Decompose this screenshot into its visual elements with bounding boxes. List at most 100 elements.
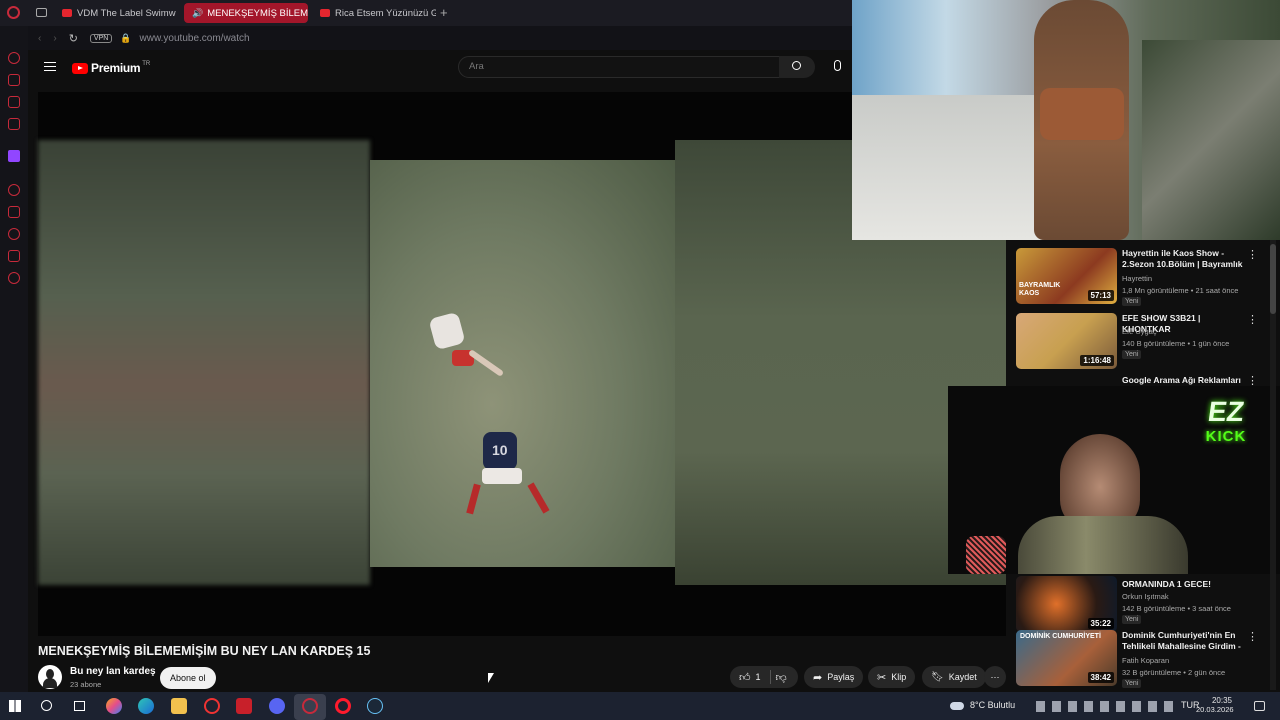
- thumbs-down-icon: 👎︎: [775, 671, 787, 684]
- vpn-badge[interactable]: VPN: [89, 33, 113, 43]
- video-frame[interactable]: 10: [370, 160, 675, 567]
- recommendation-meta: 142 B görüntüleme • 3 saat önce: [1122, 604, 1231, 613]
- hamburger-menu-icon[interactable]: [44, 62, 56, 71]
- more-options-icon[interactable]: ⋮: [1247, 248, 1258, 261]
- recommendation-thumbnail[interactable]: 1:16:48: [1016, 313, 1117, 369]
- recommendation-thumbnail[interactable]: DOMİNİK CUMHURİYETİ 38:42: [1016, 630, 1117, 686]
- address-bar: ‹ › ↻ VPN 🔒 www.youtube.com/watch: [28, 26, 854, 50]
- copilot-icon[interactable]: [106, 698, 122, 714]
- clock-date: 20.03.2026: [1196, 705, 1234, 714]
- recommendation-title[interactable]: Hayrettin ile Kaos Show - 2.Sezon 10.Böl…: [1122, 248, 1246, 270]
- streamer-shirt: [1018, 516, 1188, 574]
- file-explorer-icon[interactable]: [171, 698, 187, 714]
- pip-runway-video[interactable]: [852, 0, 1280, 240]
- weather-text[interactable]: 8°C Bulutlu: [970, 700, 1015, 710]
- new-badge: Yeni: [1122, 297, 1142, 306]
- voice-search-mic-icon[interactable]: [834, 60, 841, 71]
- clock[interactable]: 20:35 20.03.2026: [1196, 696, 1234, 714]
- opera-gx-icon[interactable]: [302, 698, 318, 714]
- save-button[interactable]: 🔖︎ Kaydet: [922, 666, 986, 688]
- new-tab-button[interactable]: +: [440, 5, 448, 20]
- recommendation-item[interactable]: 1:16:48 EFE SHOW S3B21 | KHONTKAR Efe Uy…: [1016, 313, 1278, 373]
- more-options-icon[interactable]: ⋮: [1247, 313, 1258, 326]
- player-blue-sock-right: [527, 482, 550, 514]
- weather-icon[interactable]: [950, 702, 964, 710]
- channel-name[interactable]: Bu ney lan kardeş: [70, 666, 156, 677]
- channel-avatar[interactable]: [38, 665, 62, 689]
- sidebar-history-icon[interactable]: [8, 52, 20, 64]
- more-actions-button[interactable]: ⋯: [984, 666, 1006, 688]
- tab-label: VDM The Label Swimwear: [77, 7, 176, 19]
- video-title: MENEKŞEYMİŞ BİLEMEMİŞİM BU NEY LAN KARDE…: [38, 644, 371, 658]
- recommendation-thumbnail[interactable]: BAYRAMLIK KAOS 57:13: [1016, 248, 1117, 304]
- video-duration: 35:22: [1087, 618, 1114, 629]
- sidebar-messenger-icon[interactable]: [8, 96, 20, 108]
- search-button[interactable]: [779, 56, 815, 78]
- recommendation-title[interactable]: Dominik Cumhuriyeti'nin En Tehlikeli Mah…: [1122, 630, 1246, 652]
- sidebar-player-icon[interactable]: [8, 184, 20, 196]
- model-swimwear: [1040, 88, 1124, 140]
- like-dislike-group: 👍︎ 1 👎︎: [730, 666, 798, 688]
- subscriber-count: 23 abone: [70, 680, 102, 689]
- browser-sidebar: [0, 26, 28, 692]
- share-label: Paylaş: [827, 672, 855, 682]
- system-tray-icons[interactable]: [1036, 701, 1174, 712]
- reload-icon[interactable]: ↻: [69, 32, 78, 45]
- subscribe-button[interactable]: Abone ol: [160, 667, 216, 689]
- thumbnail-text: BAYRAMLIK KAOS: [1019, 282, 1061, 297]
- voicemeeter-icon[interactable]: [236, 698, 252, 714]
- search-input[interactable]: Ara: [458, 56, 780, 78]
- pip-streamer-webcam[interactable]: EZ KICK: [948, 386, 1280, 574]
- recommendation-title[interactable]: ORMANINDA 1 GECE!: [1122, 579, 1246, 590]
- recommendation-channel[interactable]: Efe Uygaç: [1122, 327, 1157, 336]
- recommendation-channel[interactable]: Fatih Koparan: [1122, 656, 1169, 665]
- sidebar-twitch-icon[interactable]: [8, 150, 20, 162]
- app-icon-red-circle[interactable]: [204, 698, 220, 714]
- recommendations-scrollbar[interactable]: [1270, 240, 1276, 690]
- tab-rica-etsem[interactable]: Rica Etsem Yüzünüzü Gül: [312, 3, 436, 23]
- notifications-icon[interactable]: [1254, 701, 1265, 711]
- url-field[interactable]: www.youtube.com/watch: [140, 33, 250, 44]
- opera-logo-icon[interactable]: [7, 6, 20, 19]
- recommendation-channel[interactable]: Hayrettin: [1122, 274, 1152, 283]
- sidebar-settings-icon[interactable]: [8, 272, 20, 284]
- recommendation-item[interactable]: 35:22 ORMANINDA 1 GECE! Orkun Işıtmak 14…: [1016, 574, 1278, 634]
- sidebar-wallet-icon[interactable]: [8, 206, 20, 218]
- windows-start-icon[interactable]: [9, 700, 21, 712]
- opera-icon[interactable]: [335, 698, 351, 714]
- more-options-icon[interactable]: ⋮: [1247, 630, 1258, 643]
- youtube-logo[interactable]: Premium TR: [72, 61, 150, 75]
- recommendation-meta: 32 B görüntüleme • 2 gün önce: [1122, 668, 1226, 677]
- steam-icon[interactable]: [367, 698, 383, 714]
- recommendation-channel[interactable]: Orkun Işıtmak: [1122, 592, 1169, 601]
- taskbar-search-icon[interactable]: [41, 700, 52, 711]
- tab-menu-icon[interactable]: [36, 8, 47, 17]
- new-badge: Yeni: [1122, 615, 1142, 624]
- recommendation-item[interactable]: Google Arama Ağı Reklamları ⋮: [1016, 374, 1278, 387]
- like-button[interactable]: 👍︎ 1: [739, 671, 761, 684]
- tab-vdm-swimwear[interactable]: VDM The Label Swimwear: [54, 3, 176, 23]
- logo-bottom-text: KICK: [1205, 428, 1247, 445]
- discord-icon[interactable]: [269, 698, 285, 714]
- sidebar-shopping-icon[interactable]: [8, 74, 20, 86]
- sidebar-send-icon[interactable]: [8, 250, 20, 262]
- recommendation-item[interactable]: DOMİNİK CUMHURİYETİ 38:42 Dominik Cumhur…: [1016, 630, 1278, 690]
- dislike-button[interactable]: 👎︎: [776, 671, 787, 684]
- sidebar-mail-icon[interactable]: [8, 118, 20, 130]
- forward-icon[interactable]: ›: [53, 33, 56, 44]
- edge-icon[interactable]: [138, 698, 154, 714]
- back-icon[interactable]: ‹: [38, 33, 41, 44]
- tab-menekseymis[interactable]: 🔊 MENEKŞEYMİŞ BİLEM: [184, 3, 308, 23]
- video-duration: 38:42: [1087, 672, 1114, 683]
- mouse-cursor-icon: [488, 673, 494, 683]
- recommendation-item[interactable]: BAYRAMLIK KAOS 57:13 Hayrettin ile Kaos …: [1016, 248, 1278, 308]
- recommendation-thumbnail[interactable]: 35:22: [1016, 576, 1117, 632]
- sidebar-clock-icon[interactable]: [8, 228, 20, 240]
- recommendation-title[interactable]: Google Arama Ağı Reklamları: [1122, 375, 1246, 386]
- player-number: 10: [492, 442, 508, 458]
- clip-button[interactable]: ✂ Klip: [868, 666, 916, 688]
- task-view-icon[interactable]: [74, 701, 85, 711]
- share-icon: ➦: [813, 671, 823, 684]
- recommendation-meta: 140 B görüntüleme • 1 gün önce: [1122, 339, 1230, 348]
- share-button[interactable]: ➦ Paylaş: [804, 666, 864, 688]
